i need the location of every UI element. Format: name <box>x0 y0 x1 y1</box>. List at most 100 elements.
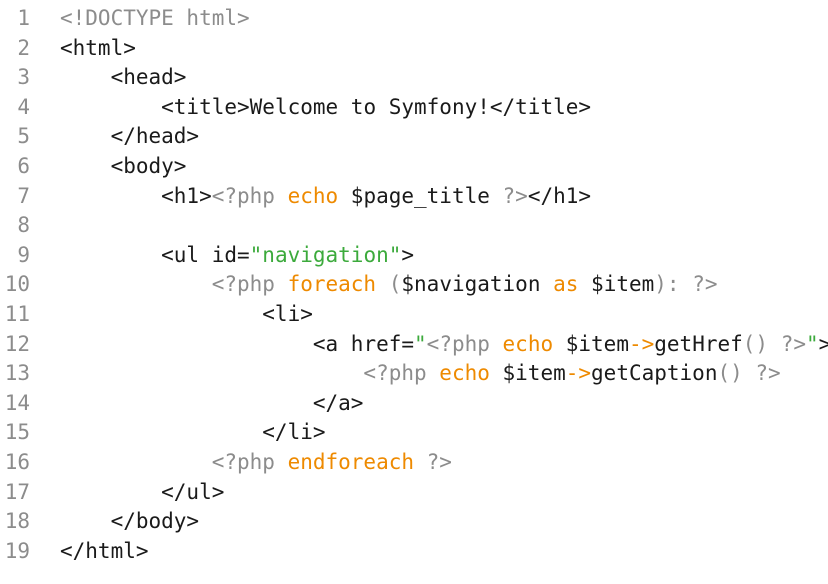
code-token: $page_title <box>338 183 503 208</box>
code-token: as <box>540 272 592 297</box>
code-token: <?php <box>60 449 288 474</box>
code-token: () ?> <box>742 331 806 356</box>
code-line: 6 <body> <box>0 152 828 182</box>
code-token: echo <box>287 183 339 208</box>
line-number: 1 <box>17 6 30 30</box>
line-number: 10 <box>4 272 30 297</box>
code-token: echo <box>502 331 554 356</box>
line-number: 7 <box>17 183 30 208</box>
code-token: <!DOCTYPE html> <box>60 6 250 30</box>
code-token: ?> <box>502 183 528 208</box>
code-token: <body> <box>60 153 187 178</box>
code-line: 8 <box>0 211 828 241</box>
line-number: 11 <box>4 301 30 326</box>
code-token: > <box>818 331 828 356</box>
code-token: Welcome to Symfony! <box>249 94 490 119</box>
line-number: 6 <box>17 153 30 178</box>
line-number: 8 <box>17 213 30 238</box>
code-line: 5 </head> <box>0 122 828 152</box>
code-text: <title>Welcome to Symfony!</title> <box>60 93 591 123</box>
code-token: $item <box>591 272 655 297</box>
code-text: <body> <box>60 152 187 182</box>
code-text: <a href="<?php echo $item->getHref() ?>"… <box>60 330 828 360</box>
code-line: 14 </a> <box>0 389 828 419</box>
code-token: href= <box>350 331 415 356</box>
code-token: </h1> <box>527 183 592 208</box>
code-token: ): ?> <box>654 272 718 297</box>
code-token: </a> <box>60 390 364 415</box>
code-line: 1 <!DOCTYPE html> <box>0 4 828 34</box>
code-token: </title> <box>489 94 592 119</box>
code-token: () ?> <box>717 361 781 386</box>
code-token: </ul> <box>60 479 225 504</box>
line-number: 15 <box>4 420 30 445</box>
code-token: <head> <box>60 65 187 90</box>
code-line: 16 <?php endforeach ?> <box>0 448 828 478</box>
code-token: ( <box>376 272 402 297</box>
code-text: <html> <box>60 34 136 64</box>
line-number: 16 <box>4 449 30 474</box>
line-number: 19 <box>4 538 30 563</box>
code-token: </head> <box>60 124 200 149</box>
code-line: 18 </body> <box>0 507 828 537</box>
line-number: 14 <box>4 390 30 415</box>
code-token: </body> <box>60 509 200 534</box>
code-token: getHref <box>654 331 743 356</box>
code-line: 11 <li> <box>0 300 828 330</box>
line-number: 12 <box>4 331 30 356</box>
code-line: 2 <html> <box>0 34 828 64</box>
code-text: <?php echo $item->getCaption() ?> <box>60 359 781 389</box>
line-number: 17 <box>4 479 30 504</box>
code-token: -> <box>628 331 655 356</box>
code-text: <li> <box>60 300 313 330</box>
code-text: <?php foreach ($navigation as $item): ?> <box>60 270 718 300</box>
code-token: </li> <box>60 420 326 445</box>
code-token: getCaption <box>591 361 718 386</box>
code-token: $navigation <box>401 272 541 297</box>
code-token: " <box>806 331 819 356</box>
code-token: > <box>401 242 415 267</box>
code-text: </li> <box>60 418 326 448</box>
code-text: </ul> <box>60 478 224 508</box>
code-token: "navigation" <box>249 242 402 267</box>
code-token: <?php <box>211 183 288 208</box>
code-text: <!DOCTYPE html> <box>60 4 250 34</box>
code-token: <h1> <box>60 183 212 208</box>
code-text: <head> <box>60 63 187 93</box>
code-token: " <box>414 331 427 356</box>
code-text: <ul id="navigation"> <box>60 241 414 271</box>
code-token: <li> <box>60 301 313 326</box>
code-line: 17 </ul> <box>0 478 828 508</box>
line-number: 3 <box>17 65 30 90</box>
code-line: 4 <title>Welcome to Symfony!</title> <box>0 93 828 123</box>
code-text: </head> <box>60 122 200 152</box>
code-text: </body> <box>60 507 200 537</box>
code-text: <h1><?php echo $page_title ?></h1> <box>60 182 591 212</box>
code-token: <html> <box>60 35 136 60</box>
code-line: 12 <a href="<?php echo $item->getHref() … <box>0 330 828 360</box>
code-token: foreach <box>287 272 377 297</box>
line-number: 4 <box>17 94 30 119</box>
code-token: $item <box>553 331 629 356</box>
code-token: endforeach <box>287 449 415 474</box>
code-text: </a> <box>60 389 364 419</box>
code-line: 19 </html> <box>0 537 828 567</box>
code-token: <?php <box>426 331 503 356</box>
line-number: 9 <box>17 242 30 267</box>
code-line: 9 <ul id="navigation"> <box>0 241 828 271</box>
code-token: <title> <box>60 94 250 119</box>
code-token: $item <box>489 361 566 386</box>
code-token: ?> <box>414 449 452 474</box>
code-text: </html> <box>60 537 149 567</box>
code-line: 15 </li> <box>0 418 828 448</box>
code-token: <ul <box>60 242 212 267</box>
code-token: -> <box>565 361 592 386</box>
code-line: 10 <?php foreach ($navigation as $item):… <box>0 270 828 300</box>
line-number: 13 <box>4 361 30 386</box>
line-number: 18 <box>4 509 30 534</box>
code-token: <?php <box>60 272 288 297</box>
code-line: 7 <h1><?php echo $page_title ?></h1> <box>0 182 828 212</box>
code-token: id= <box>211 242 250 267</box>
code-listing: 1 <!DOCTYPE html> 2 <html> 3 <head> 4 <title>… <box>0 4 828 566</box>
code-token: <a <box>60 331 351 356</box>
